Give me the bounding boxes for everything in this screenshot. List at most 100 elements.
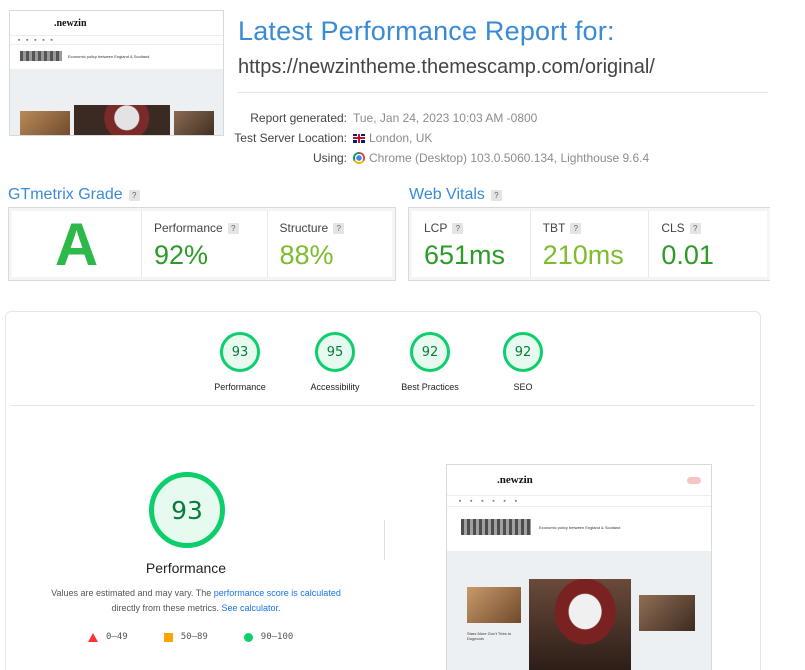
help-icon[interactable]: ? xyxy=(128,189,140,201)
legend-range: 50–89 xyxy=(180,632,208,642)
metric-label: CLS xyxy=(661,221,685,235)
gauge-label: Best Practices xyxy=(401,382,459,392)
gauge-score: 92 xyxy=(410,332,450,372)
score-description: Values are estimated and may vary. The p… xyxy=(26,586,366,616)
legend-range: 90–100 xyxy=(260,632,294,642)
screenshot-caption: Stars More Gov't Tries to Dogecoin xyxy=(467,631,512,641)
desc-text: Values are estimated and may vary. The xyxy=(51,588,214,598)
page-title: Latest Performance Report for: xyxy=(238,16,615,46)
report-url[interactable]: https://newzintheme.themescamp.com/origi… xyxy=(238,56,655,79)
uk-flag-icon xyxy=(353,133,365,143)
vitals-title: Web Vitals xyxy=(409,186,485,203)
structure-metric: Structure ? 88% xyxy=(268,211,393,277)
thumbnail-news-image xyxy=(20,51,62,61)
screenshot-news-image xyxy=(461,519,531,535)
score-calculated-link[interactable]: performance score is calculated xyxy=(214,588,341,598)
metric-label: Performance xyxy=(154,221,223,235)
gauge-performance[interactable]: 93 Performance xyxy=(190,332,290,392)
vitals-card: LCP ? 651ms TBT ? 210ms CLS ? 0.01 xyxy=(408,207,770,281)
thumbnail-topbar: .newzin xyxy=(10,11,223,35)
gauge-best-practices[interactable]: 92 Best Practices xyxy=(380,332,480,392)
triangle-icon xyxy=(88,632,98,642)
screenshot-news: Economic policy between England & Scotla… xyxy=(447,507,711,535)
meta-value: Chrome (Desktop) 103.0.5060.134, Lightho… xyxy=(369,151,650,165)
screenshot-image xyxy=(467,587,521,623)
gauge-seo[interactable]: 92 SEO xyxy=(473,332,573,392)
gauge-score: 93 xyxy=(220,332,260,372)
thumbnail-image xyxy=(74,105,170,135)
performance-gauge: 93 xyxy=(149,472,225,548)
thumbnail-news: Economic policy between England & Scotla… xyxy=(10,45,223,67)
gauge-accessibility[interactable]: 95 Accessibility xyxy=(285,332,385,392)
help-icon[interactable]: ? xyxy=(570,222,582,234)
legend-fail: 0–49 xyxy=(88,632,128,642)
help-icon[interactable]: ? xyxy=(689,222,701,234)
lcp-value: 651ms xyxy=(424,240,506,270)
report-meta: Report generated: Tue, Jan 24, 2023 10:0… xyxy=(230,108,649,168)
meta-value-wrap: London, UK xyxy=(353,128,432,148)
circle-icon xyxy=(243,632,253,642)
screenshot-image xyxy=(639,595,695,631)
meta-value: Tue, Jan 24, 2023 10:03 AM -0800 xyxy=(353,111,538,125)
legend-range: 0–49 xyxy=(106,632,128,642)
legend-average: 50–89 xyxy=(163,632,208,642)
cls-value: 0.01 xyxy=(661,240,714,270)
gauge-label: SEO xyxy=(513,382,533,392)
grade-title: GTmetrix Grade xyxy=(8,186,123,203)
metric-label: LCP xyxy=(424,221,448,235)
thumbnail-nav: ■ ■ ■ ■ ■ xyxy=(10,35,223,45)
site-thumbnail: .newzin ■ ■ ■ ■ ■ Economic policy between En… xyxy=(9,10,224,136)
chrome-icon xyxy=(353,152,365,164)
meta-row-location: Test Server Location: London, UK xyxy=(230,128,649,148)
thumbnail-image xyxy=(20,111,70,135)
tbt-metric: TBT ? 210ms xyxy=(531,211,650,277)
meta-label: Using: xyxy=(312,151,347,165)
screenshot-nav: ■ ■ ■ ■ ■ ■ xyxy=(447,495,711,507)
meta-label: Report generated: xyxy=(250,111,347,125)
thumbnail-headline: Economic policy between England & Scotla… xyxy=(68,53,150,59)
divider xyxy=(11,405,755,406)
legend-pass: 90–100 xyxy=(243,632,294,642)
vitals-section-title: Web Vitals ? xyxy=(409,186,502,204)
screenshot-topbar: .newzin xyxy=(447,465,711,495)
help-icon[interactable]: ? xyxy=(452,222,464,234)
lighthouse-panel: 93 Performance 95 Accessibility 92 Best … xyxy=(5,311,761,670)
meta-value: London, UK xyxy=(369,131,433,145)
thumbnail-logo: .newzin xyxy=(54,17,87,29)
metric-label: TBT xyxy=(542,221,566,235)
screenshot-toggle xyxy=(687,476,701,484)
page-screenshot: .newzin ■ ■ ■ ■ ■ ■ Economic policy between E… xyxy=(446,464,712,670)
gauge-label: Accessibility xyxy=(310,382,360,392)
meta-row-report: Report generated: Tue, Jan 24, 2023 10:0… xyxy=(230,108,649,128)
screenshot-logo: .newzin xyxy=(497,474,533,486)
screenshot-image xyxy=(529,579,631,670)
gauge-score: 92 xyxy=(503,332,543,372)
divider xyxy=(238,92,768,93)
grade-letter: A xyxy=(12,211,142,278)
grade-card: A Performance ? 92% Structure ? 88% xyxy=(8,207,396,281)
screenshot-headline: Economic policy between England & Scotla… xyxy=(539,524,621,530)
help-icon[interactable]: ? xyxy=(333,222,345,234)
meta-row-using: Using: Chrome (Desktop) 103.0.5060.134, … xyxy=(230,148,649,168)
divider xyxy=(384,520,385,560)
square-icon xyxy=(163,632,173,642)
gauge-score: 95 xyxy=(315,332,355,372)
gauge-label: Performance xyxy=(214,382,266,392)
performance-title: Performance xyxy=(145,560,227,576)
structure-value: 88% xyxy=(279,240,334,270)
help-icon[interactable]: ? xyxy=(490,189,502,201)
grade-section-title: GTmetrix Grade ? xyxy=(8,186,140,204)
see-calculator-link[interactable]: See calculator. xyxy=(221,603,280,613)
performance-metric: Performance ? 92% xyxy=(142,211,268,277)
help-icon[interactable]: ? xyxy=(227,222,239,234)
metric-label: Structure xyxy=(279,221,329,235)
meta-label: Test Server Location: xyxy=(234,131,347,145)
desc-text: directly from these metrics. xyxy=(111,603,222,613)
score-legend: 0–49 50–89 90–100 xyxy=(88,632,293,642)
tbt-value: 210ms xyxy=(542,240,624,270)
performance-value: 92% xyxy=(154,240,209,270)
cls-metric: CLS ? 0.01 xyxy=(649,211,767,277)
meta-value-wrap: Chrome (Desktop) 103.0.5060.134, Lightho… xyxy=(353,148,649,168)
thumbnail-image xyxy=(174,111,214,135)
lcp-metric: LCP ? 651ms xyxy=(412,211,531,277)
